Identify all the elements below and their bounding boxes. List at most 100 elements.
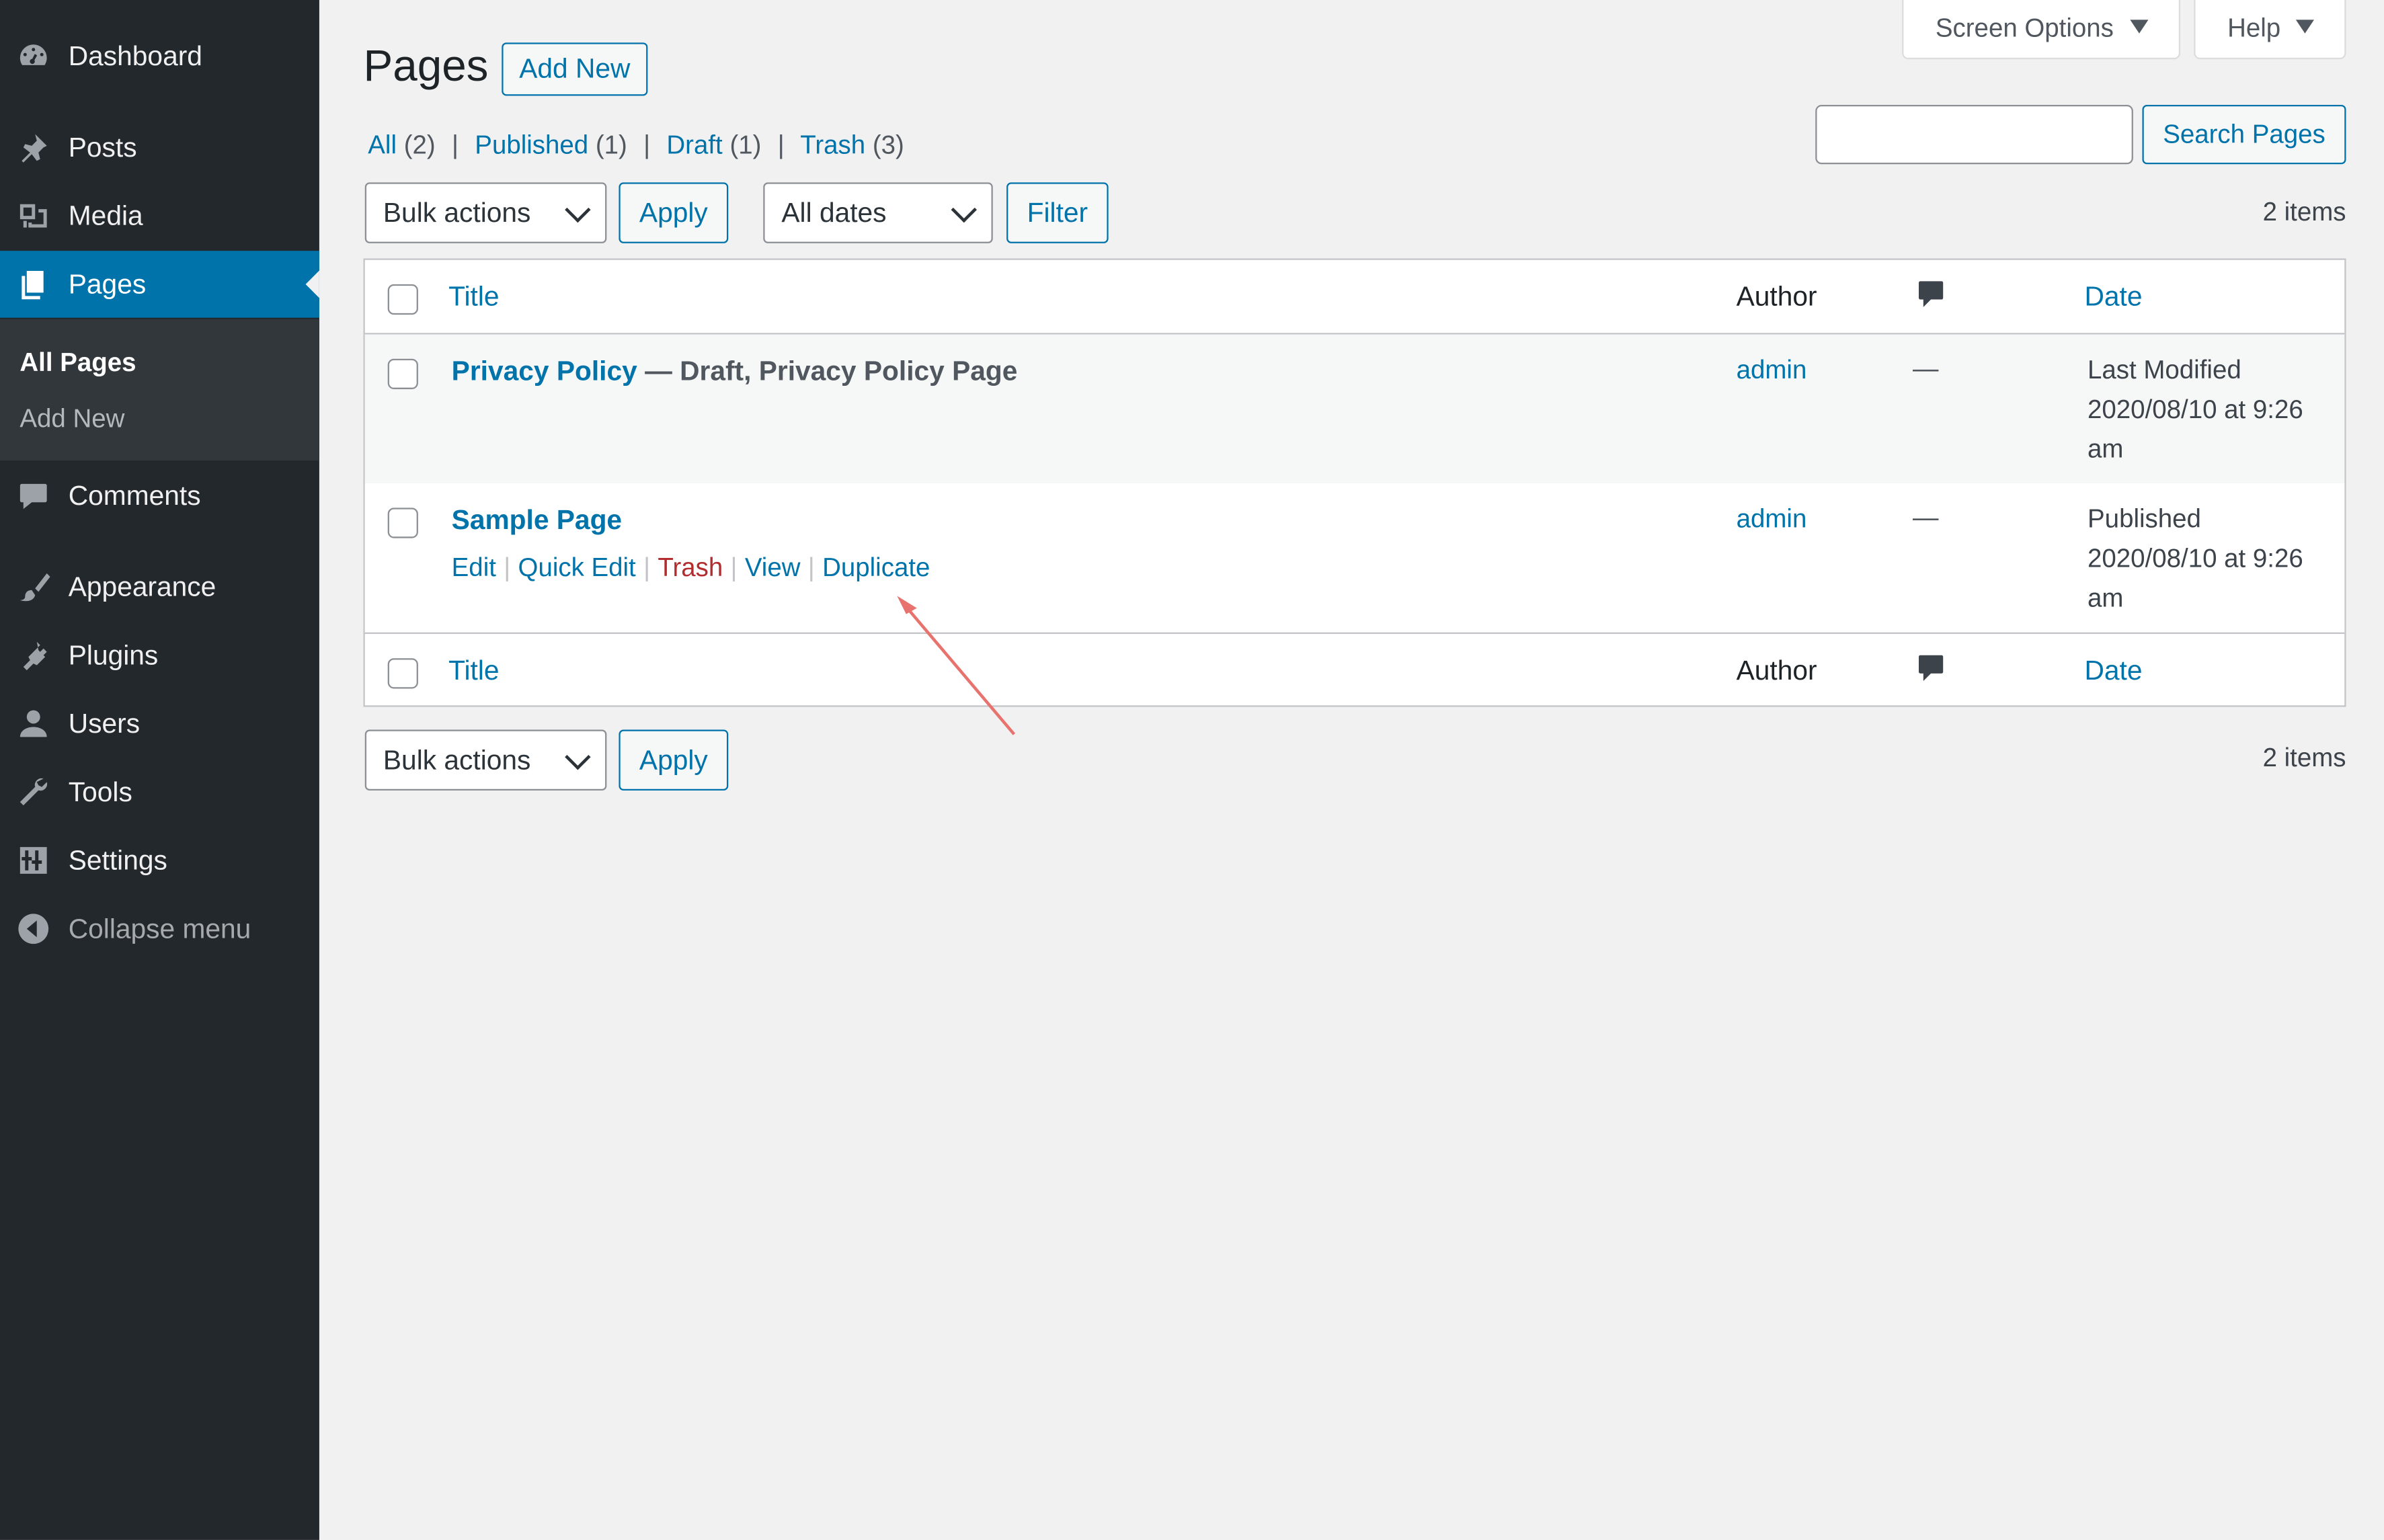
column-author-header: Author [1736,281,1817,312]
column-author-footer: Author [1736,655,1817,686]
row-title-cell: Sample Page [452,505,622,536]
sidebar-item-label: Appearance [68,571,216,602]
column-title-footer[interactable]: Title [448,655,499,687]
dates-filter-select[interactable]: All dates [763,182,993,243]
apply-button-bottom[interactable]: Apply [619,729,729,791]
author-link[interactable]: admin [1737,356,1807,386]
help-button[interactable]: Help [2194,0,2346,60]
triangle-down-icon [2130,19,2149,34]
comment-count: — [1912,354,1939,383]
select-all-checkbox-footer[interactable] [387,658,418,689]
sidebar-item-plugins[interactable]: Plugins [0,622,319,689]
sidebar-item-users[interactable]: Users [0,690,319,758]
sidebar-item-label: Comments [68,479,201,510]
admin-sidebar: Dashboard Posts Media Pages All Pages Ad… [0,0,319,1540]
page-title-link[interactable]: Privacy Policy [452,356,637,386]
view-published-link[interactable]: Published [475,130,588,159]
sidebar-item-pages[interactable]: Pages [0,251,319,318]
subsubsub-views: All (2) | Published (1) | Draft (1) | Tr… [368,130,904,161]
sidebar-item-media[interactable]: Media [0,182,319,249]
author-link[interactable]: admin [1737,505,1807,535]
date-cell: Last Modified 2020/08/10 at 9:26 am [2088,351,2303,469]
user-icon [15,705,52,741]
column-date-footer[interactable]: Date [2085,655,2143,687]
view-draft-count: (1) [729,130,762,160]
action-separator: | [807,553,815,583]
plugin-icon [15,637,52,674]
chevron-down-icon [951,196,977,223]
sidebar-item-label: Dashboard [68,40,202,71]
bulk-actions-select[interactable]: Bulk actions [364,182,607,243]
column-date-header[interactable]: Date [2085,281,2143,313]
view-separator: | [777,130,785,160]
view-link[interactable]: View [745,553,801,582]
date-status: Last Modified [2088,356,2241,385]
view-draft-link[interactable]: Draft [666,130,722,159]
submenu-item-add-new[interactable]: Add New [19,405,124,435]
date-value: 2020/08/10 at 9:26 [2088,395,2303,424]
media-icon [15,198,52,234]
edit-link[interactable]: Edit [452,553,496,582]
sidebar-item-comments[interactable]: Comments [0,462,319,529]
add-new-button[interactable]: Add New [502,42,648,96]
sidebar-item-label: Collapse menu [68,913,251,944]
row-checkbox[interactable] [387,508,418,538]
sidebar-item-label: Pages [68,268,147,299]
sidebar-item-dashboard[interactable]: Dashboard [0,23,319,90]
collapse-arrow-icon [15,911,52,947]
submenu-item-all-pages[interactable]: All Pages [19,348,136,378]
sidebar-item-label: Plugins [68,639,159,670]
bulk-actions-select-bottom[interactable]: Bulk actions [364,729,607,791]
column-title-header[interactable]: Title [448,281,499,313]
pushpin-icon [15,129,52,165]
page-title-link[interactable]: Sample Page [452,505,622,535]
bulk-actions-value: Bulk actions [383,196,531,228]
chevron-down-icon [565,196,591,223]
sidebar-item-label: Users [68,707,141,738]
comment-icon [15,477,52,514]
duplicate-link[interactable]: Duplicate [822,553,930,582]
comment-bubble-icon [1917,280,1945,307]
view-separator: | [452,130,459,160]
sidebar-item-settings[interactable]: Settings [0,827,319,894]
sidebar-item-tools[interactable]: Tools [0,758,319,825]
pages-icon [15,266,52,302]
view-all-count: (2) [403,130,436,160]
view-published-count: (1) [595,130,627,160]
date-value: 2020/08/10 at 9:26 [2088,544,2303,573]
filter-button[interactable]: Filter [1006,182,1109,243]
dates-filter-value: All dates [781,196,887,228]
paintbrush-icon [15,569,52,605]
select-all-checkbox[interactable] [387,284,418,315]
page-title: Pages [363,42,489,91]
screen-options-button[interactable]: Screen Options [1902,0,2180,60]
view-trash-link[interactable]: Trash [800,130,865,159]
items-count: 2 items [2262,197,2346,227]
date-cell: Published 2020/08/10 at 9:26 am [2088,500,2303,618]
dashboard-icon [15,38,52,75]
sidebar-item-posts[interactable]: Posts [0,114,319,181]
sidebar-collapse-menu[interactable]: Collapse menu [0,895,319,963]
quick-edit-link[interactable]: Quick Edit [518,553,636,582]
apply-button[interactable]: Apply [619,182,729,243]
search-input[interactable] [1815,105,2133,165]
wp-admin-screen: Dashboard Posts Media Pages All Pages Ad… [0,0,2384,1540]
view-all-link[interactable]: All [368,130,397,159]
screen-options-label: Screen Options [1935,13,2114,42]
sidebar-item-label: Media [68,200,143,231]
search-pages-button[interactable]: Search Pages [2142,105,2346,165]
comment-bubble-icon [1917,653,1945,682]
table-header-row: Title Author Date [365,260,2344,333]
pages-list-table: Title Author Date Privacy Policy — Draft… [363,258,2346,707]
row-actions: Edit | Quick Edit | Trash | View | Duplicate [452,553,930,583]
pages-submenu: All Pages Add New [0,319,319,461]
post-state-label: — Draft, Privacy Policy Page [637,356,1018,387]
wrench-icon [15,774,52,810]
action-separator: | [643,553,651,583]
annotation-arrow [897,596,1016,735]
row-checkbox[interactable] [387,358,418,389]
action-separator: | [730,553,738,583]
date-suffix: am [2088,583,2124,613]
sidebar-item-appearance[interactable]: Appearance [0,553,319,620]
trash-link[interactable]: Trash [658,553,723,582]
